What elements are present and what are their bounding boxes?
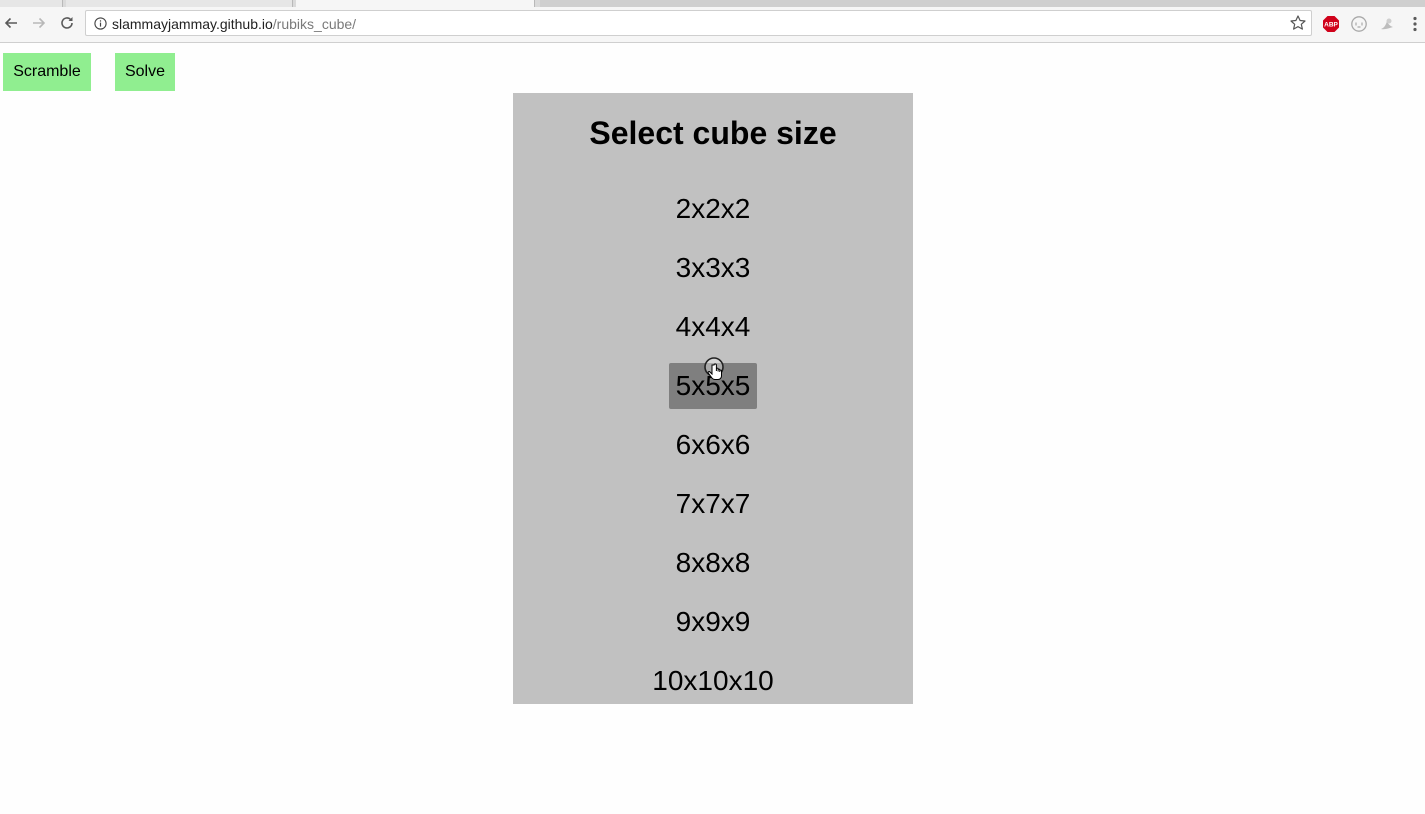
cube-size-option[interactable]: 3x3x3 [669,245,758,291]
extension-icon[interactable] [1350,15,1368,33]
cube-size-option[interactable]: 9x9x9 [669,599,758,645]
cube-size-option[interactable]: 10x10x10 [645,658,780,704]
url-path: /rubiks_cube/ [272,16,357,32]
cube-size-option[interactable]: 7x7x7 [669,481,758,527]
solve-button[interactable]: Solve [115,53,175,91]
cube-size-option[interactable]: 8x8x8 [669,540,758,586]
cube-size-list: 2x2x2 3x3x3 4x4x4 5x5x5 6x6x6 7x7x7 8x8x… [513,179,913,710]
tab[interactable] [66,0,293,7]
list-item: 2x2x2 [513,179,913,238]
browser-toolbar: slammayjammay.github.io/rubiks_cube/ ABP [0,7,1425,43]
menu-title: Select cube size [589,115,837,151]
url-text: slammayjammay.github.io/rubiks_cube/ [112,16,356,32]
address-bar[interactable]: slammayjammay.github.io/rubiks_cube/ [85,10,1312,36]
url-host: slammayjammay.github.io [112,16,273,32]
reload-icon[interactable] [56,12,78,34]
tab-strip [0,0,1425,7]
adblock-label: ABP [1324,22,1338,29]
list-item: 7x7x7 [513,474,913,533]
star-icon[interactable] [1289,14,1307,32]
cube-size-option[interactable]: 5x5x5 [668,362,758,409]
forward-arrow-icon[interactable] [28,12,50,34]
tab-active[interactable] [296,0,535,7]
cube-size-option[interactable]: 2x2x2 [669,186,758,232]
list-item: 5x5x5 [513,356,913,415]
list-item: 4x4x4 [513,297,913,356]
list-item: 8x8x8 [513,533,913,592]
tab[interactable] [0,0,63,7]
cube-size-option[interactable]: 4x4x4 [669,304,758,350]
back-arrow-icon[interactable] [0,12,22,34]
list-item: 6x6x6 [513,415,913,474]
list-item: 3x3x3 [513,238,913,297]
adblock-icon[interactable]: ABP [1322,15,1340,33]
info-icon[interactable] [94,17,107,30]
list-item: 9x9x9 [513,592,913,651]
tab[interactable] [540,0,1425,7]
cube-size-option[interactable]: 6x6x6 [669,422,758,468]
scramble-button[interactable]: Scramble [3,53,91,91]
list-item: 10x10x10 [513,651,913,710]
menu-dots-icon[interactable] [1406,15,1424,33]
cube-size-menu: Select cube size 2x2x2 3x3x3 4x4x4 5x5x5… [513,93,913,704]
extension-icon[interactable] [1378,15,1396,33]
